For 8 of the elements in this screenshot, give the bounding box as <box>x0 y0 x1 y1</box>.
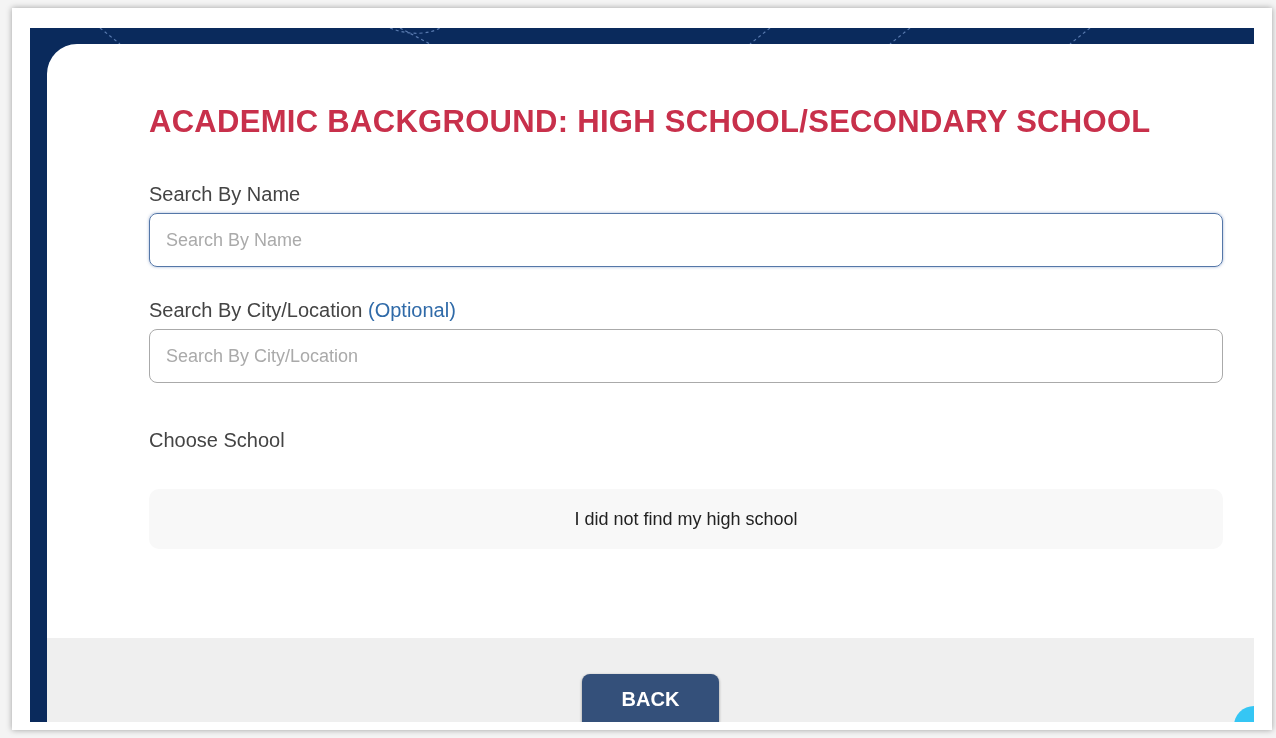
input-field[interactable]: Search By City/Location <box>149 329 1223 383</box>
input-field[interactable]: Search By Name <box>149 213 1223 267</box>
page-title: ACADEMIC BACKGROUND: HIGH SCHOOL/SECONDARY SCHOOL <box>149 106 1151 137</box>
not-found-button[interactable]: I did not find my high school <box>149 489 1223 549</box>
field-label: Search By Name <box>149 182 301 207</box>
field-label: Choose School <box>149 428 285 453</box>
back-button[interactable]: BACK <box>582 674 719 722</box>
field-label: Search By City/Location (Optional) <box>149 298 456 323</box>
